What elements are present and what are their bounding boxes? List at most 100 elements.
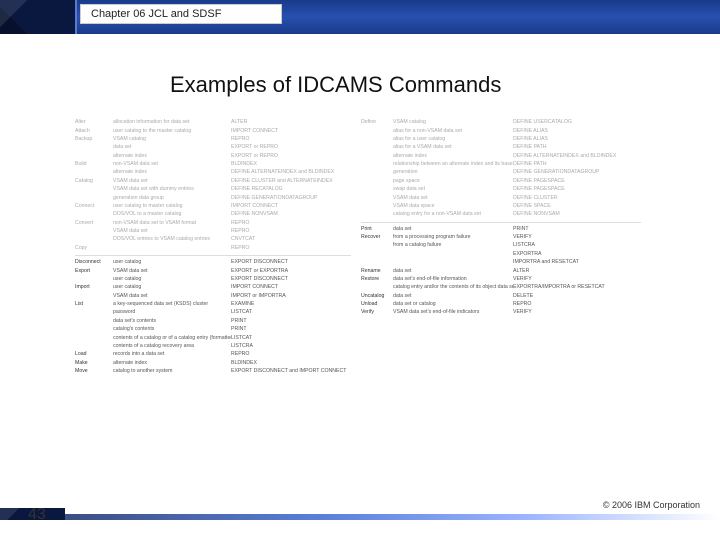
row-command: BLDINDEX: [231, 359, 351, 367]
row-command: DEFINE PAGESPACE: [513, 177, 641, 185]
row-command: EXPORT DISCONNECT and IMPORT CONNECT: [231, 367, 351, 375]
row-command: IMPORT CONNECT: [231, 202, 351, 210]
row-action: [361, 152, 393, 160]
row-action: [361, 283, 393, 291]
footer-gradient: [60, 514, 720, 520]
row-action: [361, 135, 393, 143]
row-action: [361, 202, 393, 210]
row-action: [75, 143, 113, 151]
row-command: DEFINE GENERATIONDATAGROUP: [231, 193, 351, 201]
right-column: DefineVSAM catalogDEFINE USERCATALOGalia…: [361, 118, 641, 375]
row-action: [361, 258, 393, 266]
row-action: [361, 193, 393, 201]
row-command: IMPORTRA and RESETCAT: [513, 258, 641, 266]
row-action: [361, 160, 393, 168]
row-action: [75, 308, 113, 316]
row-action: [75, 210, 113, 218]
row-command: LISTCAT: [231, 308, 351, 316]
row-action: [361, 126, 393, 134]
row-action: [75, 317, 113, 325]
row-command: IMPORT CONNECT: [231, 283, 351, 291]
row-command: DEFINE ALTERNATEINDEX and BLDINDEX: [231, 168, 351, 176]
row-command: DELETE: [513, 292, 641, 300]
row-desc: [393, 250, 513, 258]
row-command: EXPORT DISCONNECT: [231, 258, 351, 266]
row-action: Import: [75, 283, 113, 291]
row-desc: relationship between an alternate index …: [393, 160, 513, 168]
row-action: [75, 235, 113, 243]
row-action: [75, 185, 113, 193]
row-desc: catalog entry and/or the contents of its…: [393, 283, 513, 291]
row-desc: records into a data set: [113, 350, 231, 358]
row-command: DEFINE NONVSAM: [231, 210, 351, 218]
row-desc: non-VSAM data set to VSAM format: [113, 219, 231, 227]
row-desc: catalog entry for a non-VSAM data set: [393, 210, 513, 218]
row-command: REPRO: [231, 219, 351, 227]
row-desc: alternate index: [113, 152, 231, 160]
row-command: EXPORTRA: [513, 250, 641, 258]
row-desc: data set's end-of-file information: [393, 275, 513, 283]
row-command: LISTCRA: [231, 342, 351, 350]
row-action: Connect: [75, 202, 113, 210]
row-command: EXAMINE: [231, 300, 351, 308]
row-command: DEFINE CLUSTER and ALTERNATEINDEX: [231, 177, 351, 185]
row-command: REPRO: [513, 300, 641, 308]
row-desc: catalog's contents: [113, 325, 231, 333]
row-command: DEFINE ALIAS: [513, 135, 641, 143]
row-action: [75, 193, 113, 201]
row-action: [75, 325, 113, 333]
row-command: EXPORT or REPRO: [231, 152, 351, 160]
row-command: REPRO: [231, 135, 351, 143]
row-desc: [113, 244, 231, 252]
row-action: Convert: [75, 219, 113, 227]
row-action: List: [75, 300, 113, 308]
row-command: EXPORTRA/IMPORTRA or RESETCAT: [513, 283, 641, 291]
row-desc: user catalog to master catalog: [113, 202, 231, 210]
row-desc: from a catalog failure: [393, 241, 513, 249]
commands-table: Alterallocation information for data set…: [75, 118, 695, 375]
row-command: REPRO: [231, 350, 351, 358]
row-action: [361, 168, 393, 176]
row-desc: alternate index: [393, 152, 513, 160]
page-title: Examples of IDCAMS Commands: [170, 72, 501, 98]
row-command: VERIFY: [513, 233, 641, 241]
row-desc: data set: [393, 266, 513, 274]
row-desc: VSAM data set: [113, 266, 231, 274]
row-desc: generation: [393, 168, 513, 176]
row-desc: allocation information for data set: [113, 118, 231, 126]
row-action: [75, 292, 113, 300]
row-desc: data set: [393, 292, 513, 300]
row-command: DEFINE RECATALOG: [231, 185, 351, 193]
row-command: DEFINE NONVSAM: [513, 210, 641, 218]
row-desc: alias for a user catalog: [393, 135, 513, 143]
row-command: VERIFY: [513, 308, 641, 316]
row-command: ALTER: [513, 266, 641, 274]
row-action: Build: [75, 160, 113, 168]
chapter-label: Chapter 06 JCL and SDSF: [80, 4, 282, 24]
row-command: DEFINE USERCATALOG: [513, 118, 641, 126]
header-bar: Chapter 06 JCL and SDSF: [0, 0, 720, 34]
row-desc: contents of a catalog recovery area: [113, 342, 231, 350]
row-action: [75, 152, 113, 160]
row-command: DEFINE PATH: [513, 160, 641, 168]
row-desc: VSAM data set: [113, 292, 231, 300]
row-action: [75, 342, 113, 350]
row-action: [361, 143, 393, 151]
row-command: PRINT: [513, 225, 641, 233]
row-desc: VSAM data set: [113, 177, 231, 185]
row-action: [361, 241, 393, 249]
row-desc: alternate index: [113, 168, 231, 176]
row-command: IMPORT CONNECT: [231, 126, 351, 134]
row-command: BLDINDEX: [231, 160, 351, 168]
row-action: Disconnect: [75, 258, 113, 266]
row-action: Move: [75, 367, 113, 375]
row-desc: swap data set: [393, 185, 513, 193]
row-action: [75, 275, 113, 283]
header-pattern: [0, 0, 77, 34]
row-desc: alias for a VSAM data set: [393, 143, 513, 151]
row-command: EXPORT DISCONNECT: [231, 275, 351, 283]
row-action: Alter: [75, 118, 113, 126]
row-action: Restore: [361, 275, 393, 283]
row-command: DEFINE SPACE: [513, 202, 641, 210]
row-command: LISTCRA: [513, 241, 641, 249]
